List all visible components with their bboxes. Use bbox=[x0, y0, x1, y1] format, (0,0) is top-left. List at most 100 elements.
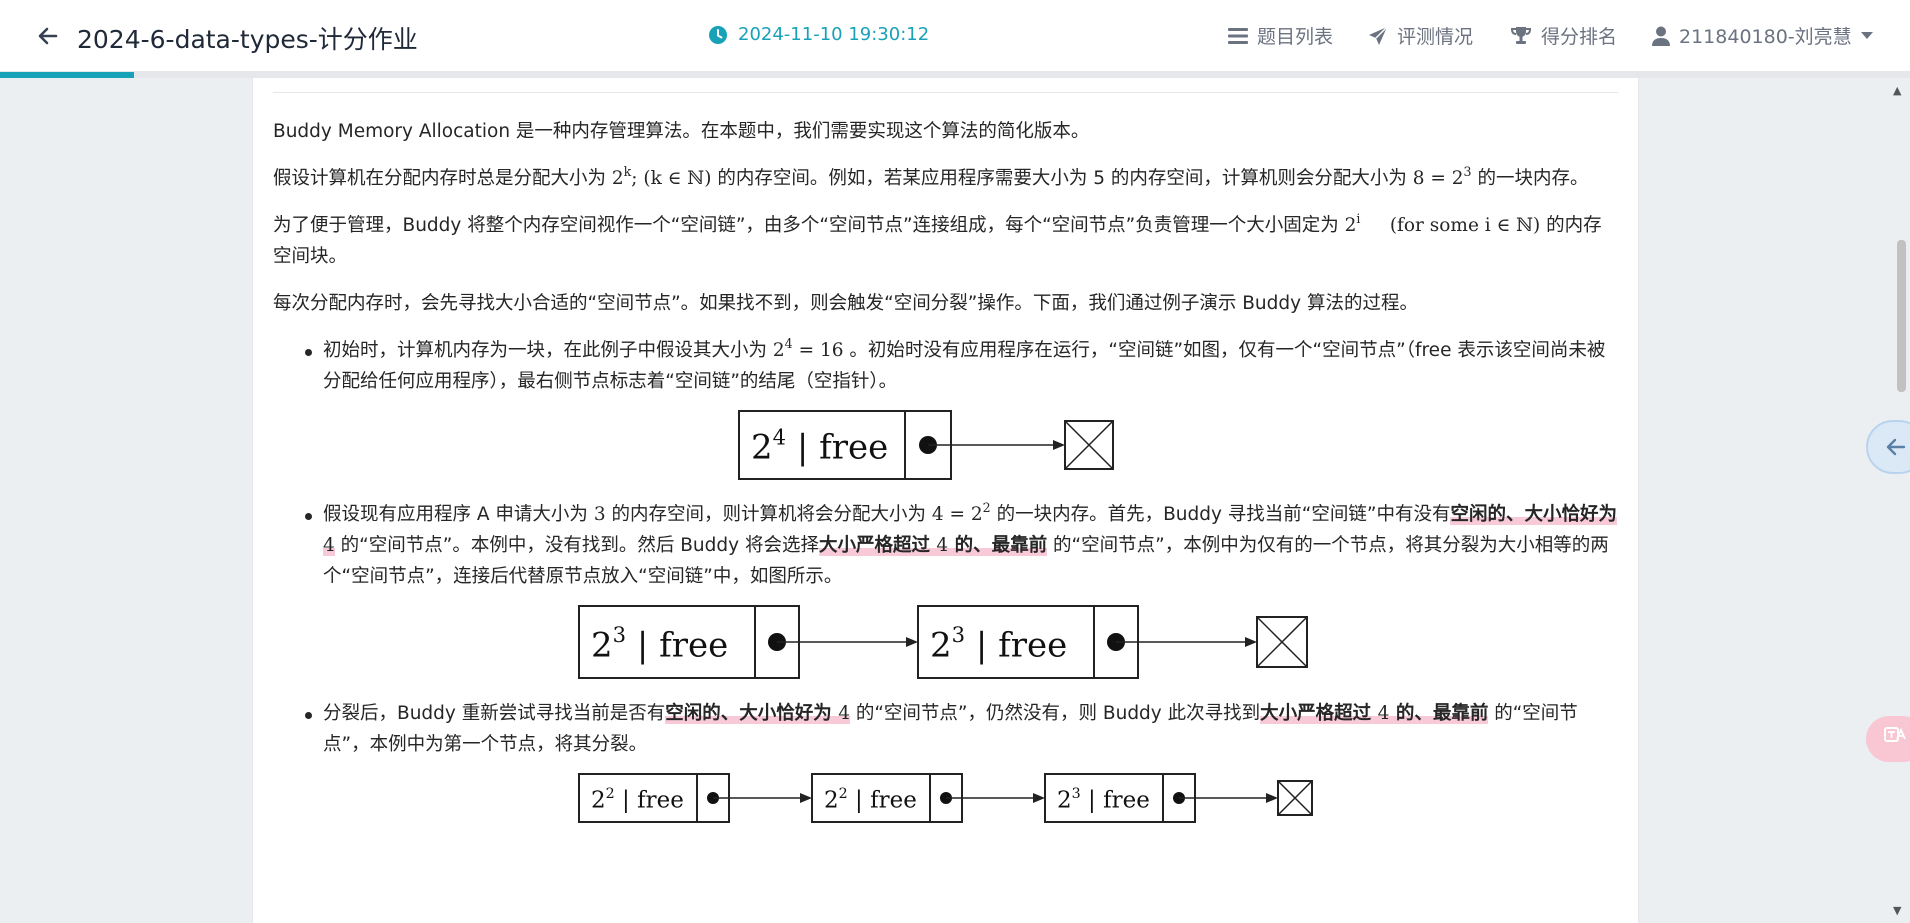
contest-timer: 2024-11-10 19:30:12 bbox=[708, 24, 929, 45]
node-label: 23 | free bbox=[591, 622, 728, 665]
arrow-head bbox=[1244, 637, 1257, 647]
highlight-free-exact: 空闲的、大小恰好为 bbox=[665, 703, 839, 724]
math-text: ; bbox=[631, 168, 638, 189]
text: 的内存空间，则计算机将会分配大小为 bbox=[605, 504, 932, 525]
math-exp: 2 bbox=[982, 499, 991, 515]
list-item: 分裂后，Buddy 重新尝试寻找当前是否有空闲的、大小恰好为 4 的“空间节点”… bbox=[273, 698, 1620, 760]
space-chain-figure-2: 23 | free 23 | free bbox=[577, 605, 1308, 679]
nav-label: 得分排名 bbox=[1541, 26, 1618, 48]
nav-judge-status[interactable]: 评测情况 bbox=[1368, 22, 1473, 49]
math-exp: i bbox=[1356, 210, 1361, 226]
bullet-dot bbox=[305, 712, 312, 719]
math-four-eq: 4 = 22 bbox=[931, 501, 991, 525]
paragraph-overview: 每次分配内存时，会先寻找大小合适的“空间节点”。如果找不到，则会触发“空间分裂”… bbox=[273, 293, 1418, 314]
text: 假设现有应用程序 A 申请大小为 bbox=[323, 504, 594, 525]
user-name: 211840180-刘亮慧 bbox=[1679, 26, 1852, 48]
math-three: 3 bbox=[593, 504, 606, 525]
text: 的一块内存。首先，Buddy 寻找当前“空间链”中有没有 bbox=[990, 504, 1451, 525]
math-text: 4 = 2 bbox=[931, 504, 983, 525]
math-text: 2 bbox=[772, 340, 785, 361]
bullet-dot bbox=[305, 349, 312, 356]
math-text: (k ∈ ℕ) bbox=[643, 168, 712, 189]
nav-label: 评测情况 bbox=[1397, 26, 1474, 48]
page-title: 2024-6-data-types-计分作业 bbox=[77, 25, 418, 54]
list-item: 假设现有应用程序 A 申请大小为 3 的内存空间，则计算机将会分配大小为 4 =… bbox=[273, 499, 1620, 592]
highlight-strictly-larger: 大小严格超过 bbox=[1260, 703, 1378, 724]
progress-bar bbox=[0, 72, 1910, 78]
list-icon bbox=[1228, 27, 1248, 44]
arrow-head bbox=[1032, 793, 1045, 803]
text: 的内存空间。例如，若某应用程序需要大小为 5 的内存空间，计算机则会分配大小为 bbox=[711, 168, 1413, 189]
floating-back-button[interactable] bbox=[1866, 420, 1910, 474]
list-item: 初始时，计算机内存为一块，在此例子中假设其大小为 24 = 16 。初始时没有应… bbox=[273, 335, 1620, 397]
paper-plane-icon bbox=[1369, 25, 1388, 45]
arrow-head bbox=[905, 637, 918, 647]
node-label: 23 | free bbox=[1057, 786, 1150, 814]
problem-statement: Buddy Memory Allocation 是一种内存管理算法。在本题中，我… bbox=[273, 116, 1620, 842]
translate-icon bbox=[1884, 727, 1906, 742]
math-text: 8 = 2 bbox=[1412, 168, 1464, 189]
clock-icon bbox=[709, 25, 727, 44]
arrow-left-icon bbox=[1886, 438, 1906, 456]
math-sixteen: 24 = 16 bbox=[772, 337, 844, 361]
progress-fill bbox=[0, 72, 134, 78]
scroll-down-arrow[interactable]: ▼ bbox=[1893, 904, 1901, 917]
user-icon bbox=[1652, 26, 1670, 46]
arrow-head bbox=[1052, 440, 1065, 450]
math-four: 4 bbox=[936, 535, 949, 556]
top-bar: 2024-6-data-types-计分作业 2024-11-10 19:30:… bbox=[0, 0, 1910, 72]
arrow-left-icon bbox=[38, 27, 58, 45]
text: 的“空间节点”，仍然没有，则 Buddy 此次寻找到 bbox=[849, 703, 1261, 724]
text: 为了便于管理，Buddy 将整个内存空间视作一个“空间链”，由多个“空间节点”连… bbox=[273, 215, 1345, 236]
arrow-head bbox=[1265, 793, 1278, 803]
nav-ranking[interactable]: 得分排名 bbox=[1510, 22, 1617, 49]
math-pow-i: 2i bbox=[1344, 212, 1361, 236]
bullet-dot bbox=[305, 513, 312, 520]
nav-label: 题目列表 bbox=[1257, 26, 1334, 48]
list-item-text: 初始时，计算机内存为一块，在此例子中假设其大小为 24 = 16 。初始时没有应… bbox=[323, 335, 1620, 397]
paragraph-allocation: 假设计算机在分配内存时总是分配大小为 2k; (k ∈ ℕ) 的内存空间。例如，… bbox=[273, 163, 1620, 194]
node-label: 23 | free bbox=[930, 622, 1067, 665]
nav-problem-list[interactable]: 题目列表 bbox=[1228, 22, 1333, 49]
trophy-icon bbox=[1510, 26, 1532, 44]
math-for-some: (for some i ∈ ℕ) bbox=[1389, 215, 1541, 236]
node-label: 22 | free bbox=[824, 786, 917, 814]
highlight-first: 的、最靠前 bbox=[948, 535, 1048, 556]
translate-button[interactable] bbox=[1866, 716, 1910, 762]
space-chain-figure-1: 24 | free bbox=[737, 410, 1114, 480]
math-four: 4 bbox=[1377, 703, 1390, 724]
math-four: 4 bbox=[838, 703, 850, 724]
highlight-strictly-larger: 大小严格超过 bbox=[818, 535, 937, 556]
math-text: 2 bbox=[611, 168, 624, 189]
list-item-text: 假设现有应用程序 A 申请大小为 3 的内存空间，则计算机将会分配大小为 4 =… bbox=[323, 499, 1620, 592]
math-exp: 4 bbox=[784, 335, 793, 351]
node-label: 24 | free bbox=[751, 424, 888, 467]
math-exp: 3 bbox=[1463, 163, 1472, 179]
scrollbar-thumb[interactable] bbox=[1897, 240, 1906, 392]
arrow-head bbox=[799, 793, 812, 803]
divider bbox=[273, 92, 1618, 93]
node-label: 22 | free bbox=[591, 786, 684, 814]
math-text: 2 bbox=[1344, 215, 1357, 236]
paragraph-intro: Buddy Memory Allocation 是一种内存管理算法。在本题中，我… bbox=[273, 121, 1090, 142]
text: 的“空间节点”。本例中，没有找到。然后 Buddy 将会选择 bbox=[334, 535, 819, 556]
math-pow-k: 2k; (k ∈ ℕ) bbox=[611, 165, 712, 189]
list-item-text: 分裂后，Buddy 重新尝试寻找当前是否有空闲的、大小恰好为 4 的“空间节点”… bbox=[323, 698, 1620, 760]
caret-down-icon bbox=[1860, 31, 1873, 39]
scroll-up-arrow[interactable]: ▲ bbox=[1893, 84, 1901, 97]
math-eight: 8 = 23 bbox=[1412, 165, 1472, 189]
text: 的一块内存。 bbox=[1471, 168, 1589, 189]
text: 初始时，计算机内存为一块，在此例子中假设其大小为 bbox=[323, 340, 773, 361]
highlight-first: 的、最靠前 bbox=[1389, 703, 1489, 724]
highlight-free-exact: 空闲的、大小恰好为 bbox=[1450, 504, 1617, 525]
text: 假设计算机在分配内存时总是分配大小为 bbox=[273, 168, 612, 189]
space-chain-figure-3: 22 | free 22 | free 23 | free bbox=[577, 773, 1313, 823]
math-text: = 16 bbox=[792, 340, 844, 361]
paragraph-chain: 为了便于管理，Buddy 将整个内存空间视作一个“空间链”，由多个“空间节点”连… bbox=[273, 210, 1620, 272]
back-button[interactable] bbox=[30, 18, 66, 54]
user-menu[interactable]: 211840180-刘亮慧 bbox=[1652, 22, 1873, 49]
text: 分裂后，Buddy 重新尝试寻找当前是否有 bbox=[323, 703, 666, 724]
math-four: 4 bbox=[323, 535, 335, 556]
problem-panel: Buddy Memory Allocation 是一种内存管理算法。在本题中，我… bbox=[252, 78, 1639, 923]
timestamp: 2024-11-10 19:30:12 bbox=[738, 24, 930, 45]
